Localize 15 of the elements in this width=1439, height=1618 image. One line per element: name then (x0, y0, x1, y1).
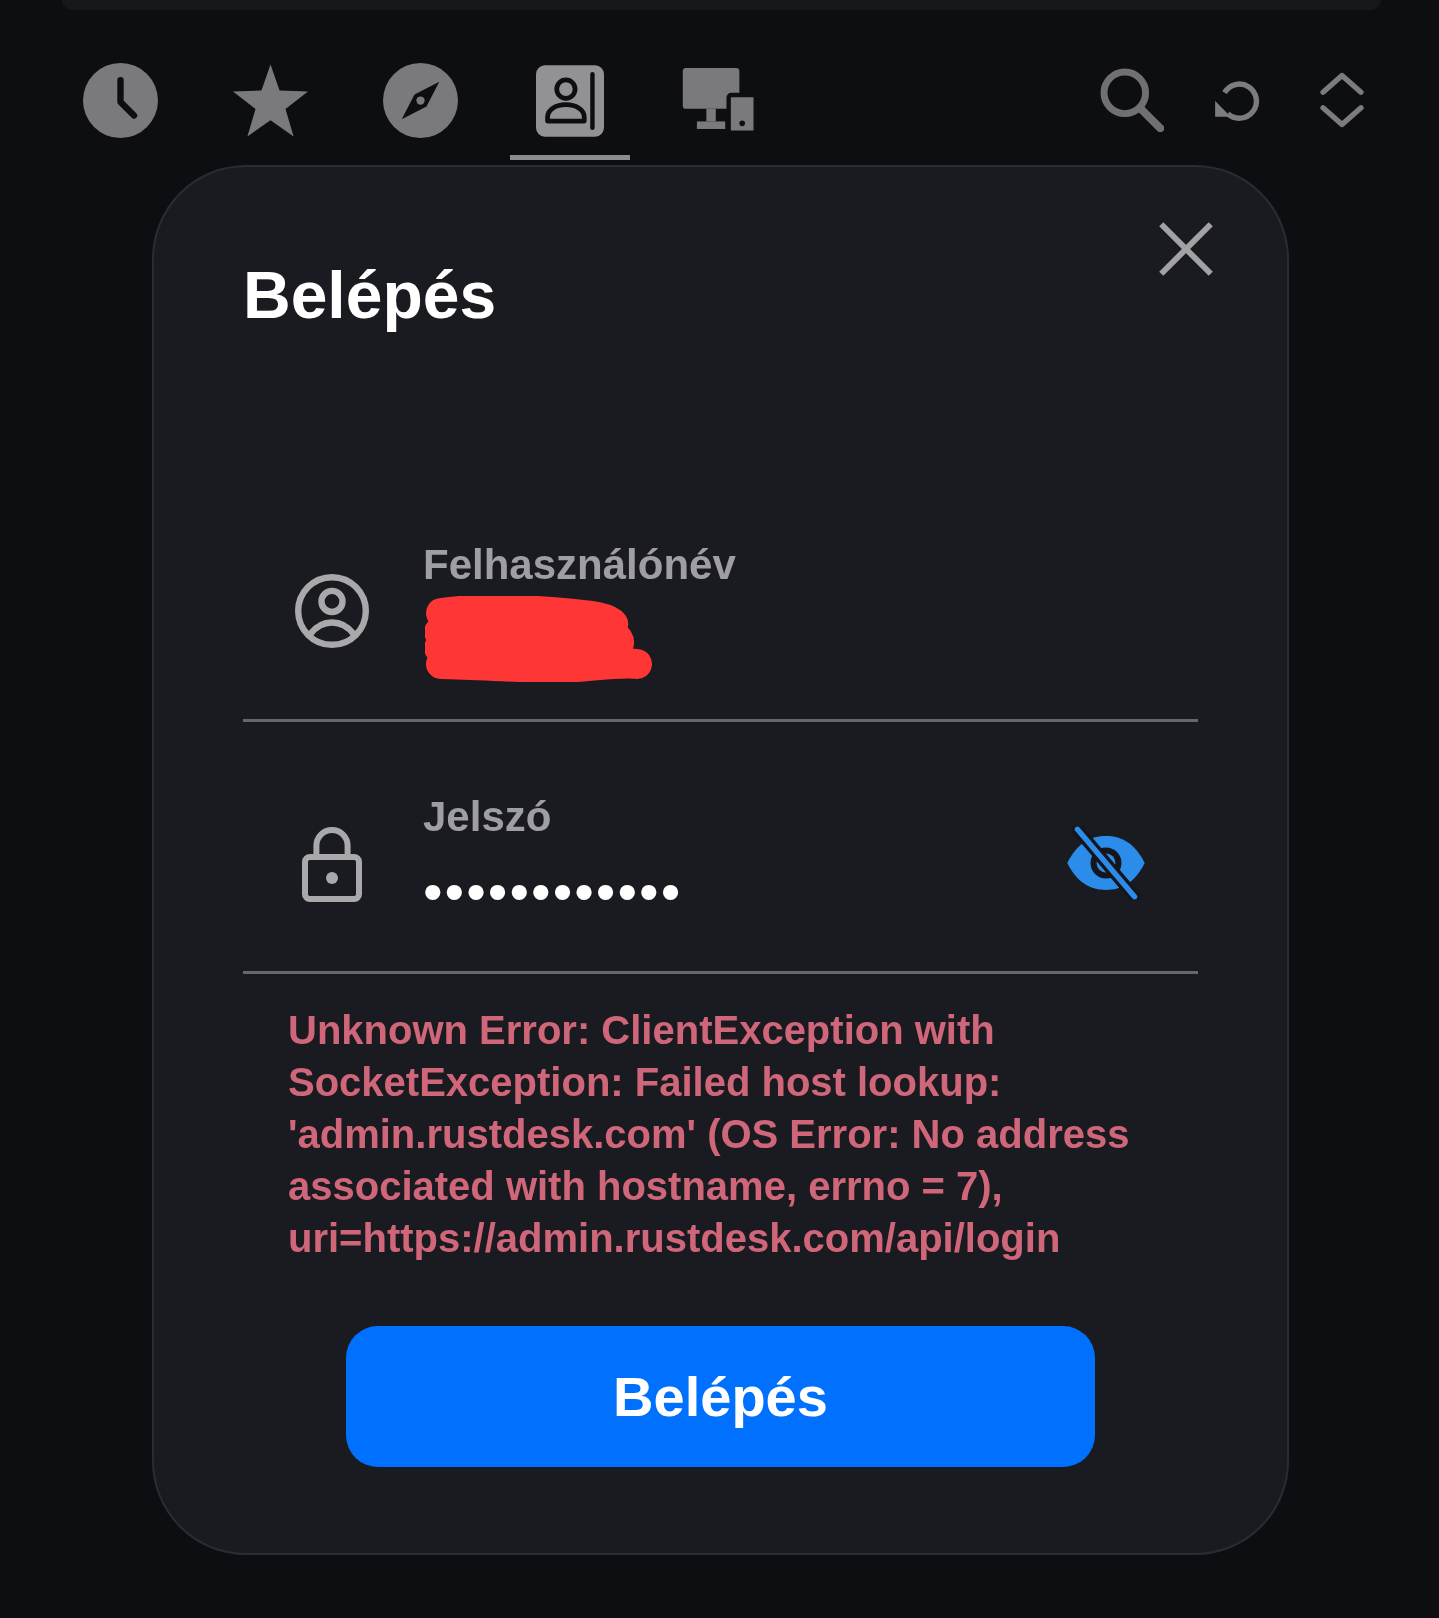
user-circle-icon (295, 574, 369, 648)
password-label: Jelszó (423, 793, 553, 841)
username-label: Felhasználónév (423, 541, 737, 589)
login-button[interactable]: Belépés (346, 1326, 1095, 1467)
compass-icon (382, 63, 458, 138)
contact-card-icon (536, 64, 604, 137)
dialog-title: Belépés (243, 257, 497, 333)
password-input[interactable]: •••••••••••• (423, 861, 1058, 921)
clock-icon (82, 63, 158, 138)
close-icon (1159, 222, 1213, 276)
error-message: Unknown Error: ClientException with SocketException: Failed host lookup: 'admin.rustdesk.com' (OS Error: No address associated with hostname, errno = 7), uri=https://admin.rustdesk.com/api/login (288, 1007, 1131, 1262)
search-icon (1100, 68, 1164, 132)
star-icon (232, 63, 308, 138)
lock-icon (302, 824, 362, 902)
chevrons-icon (1319, 71, 1365, 129)
